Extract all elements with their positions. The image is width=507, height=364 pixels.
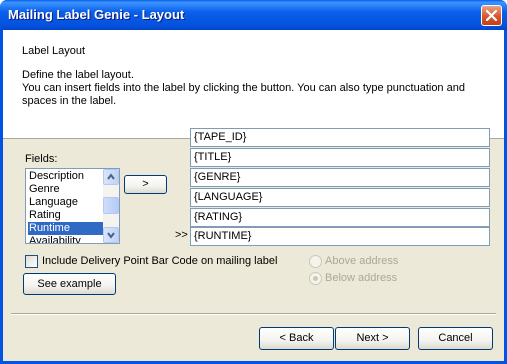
above-address-label: Above address bbox=[325, 255, 399, 267]
list-item[interactable]: Availability bbox=[28, 235, 103, 243]
scroll-up-button[interactable] bbox=[103, 169, 119, 185]
back-button[interactable]: < Back bbox=[259, 327, 334, 350]
title-bar[interactable]: Mailing Label Genie - Layout bbox=[0, 0, 507, 30]
chevron-down-icon bbox=[107, 232, 115, 239]
scroll-thumb[interactable] bbox=[103, 197, 119, 214]
see-example-button[interactable]: See example bbox=[23, 273, 116, 295]
barcode-checkbox-label: Include Delivery Point Bar Code on maili… bbox=[42, 255, 278, 267]
wizard-header: Label Layout Define the label layout. Yo… bbox=[3, 30, 504, 139]
page-title: Label Layout bbox=[22, 45, 85, 57]
label-line-2[interactable]: {TITLE} bbox=[190, 148, 490, 167]
barcode-checkbox[interactable] bbox=[25, 255, 38, 268]
cancel-button[interactable]: Cancel bbox=[418, 327, 493, 350]
description-line-2: You can insert fields into the label by … bbox=[22, 82, 465, 94]
description-line-3: spaces in the label. bbox=[22, 95, 117, 107]
list-item[interactable]: Genre bbox=[28, 183, 103, 196]
close-button[interactable] bbox=[481, 5, 502, 26]
below-address-label: Below address bbox=[325, 272, 398, 284]
scroll-down-button[interactable] bbox=[103, 227, 119, 243]
label-line-5[interactable]: {RATING} bbox=[190, 208, 490, 227]
label-line-3[interactable]: {GENRE} bbox=[190, 168, 490, 187]
label-line-1[interactable]: {TAPE_ID} bbox=[190, 128, 490, 147]
above-address-radio[interactable] bbox=[309, 255, 322, 268]
dialog-window: Mailing Label Genie - Layout Label Layou… bbox=[0, 0, 507, 364]
description-line-1: Define the label layout. bbox=[22, 69, 134, 81]
insert-field-button[interactable]: > bbox=[124, 175, 167, 194]
next-button[interactable]: Next > bbox=[335, 327, 410, 350]
label-line-6[interactable]: {RUNTIME} bbox=[190, 227, 490, 246]
list-item[interactable]: Description bbox=[28, 170, 103, 183]
fields-scrollbar[interactable] bbox=[103, 169, 119, 243]
chevron-up-icon bbox=[107, 173, 115, 180]
radio-selected-dot bbox=[313, 276, 318, 281]
fields-label: Fields: bbox=[25, 153, 58, 165]
fields-listbox[interactable]: Description Genre Language Rating Runtim… bbox=[25, 168, 120, 244]
list-item[interactable]: Language bbox=[28, 196, 103, 209]
list-item-selected[interactable]: Runtime bbox=[28, 222, 103, 235]
current-line-marker: >> bbox=[175, 229, 188, 241]
below-address-radio[interactable] bbox=[309, 272, 322, 285]
list-item[interactable]: Rating bbox=[28, 209, 103, 222]
window-title: Mailing Label Genie - Layout bbox=[8, 7, 185, 22]
footer-divider bbox=[11, 313, 496, 315]
dialog-client: Label Layout Define the label layout. Yo… bbox=[3, 30, 504, 361]
close-icon bbox=[486, 10, 497, 21]
label-line-4[interactable]: {LANGUAGE} bbox=[190, 188, 490, 207]
